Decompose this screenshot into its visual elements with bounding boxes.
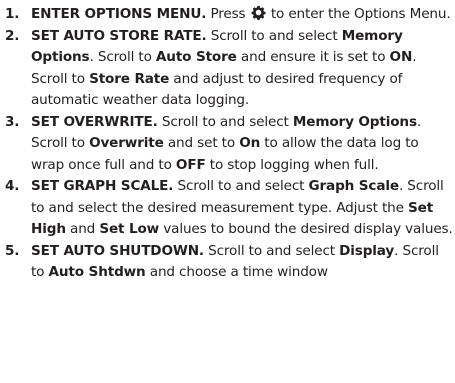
step-text: Scroll to and select — [206, 27, 342, 44]
step-text: . Scroll to — [89, 49, 156, 65]
step-heading: SET OVERWRITE. — [31, 113, 158, 130]
step-text: Scroll to and select — [173, 178, 309, 194]
step-text: and ensure it is set to — [236, 49, 390, 65]
step-4: 4. SET GRAPH SCALE. Scroll to and select… — [0, 176, 455, 241]
bold-term: Graph Scale — [308, 178, 400, 194]
step-text: to stop logging when full. — [205, 156, 379, 173]
step-number: 4. — [5, 178, 20, 194]
bold-term: On — [239, 135, 261, 151]
step-text: Scroll to and select — [203, 242, 340, 259]
step-text: Scroll to and select — [157, 113, 293, 130]
bold-term: Display — [339, 242, 395, 259]
instruction-list: 1. ENTER OPTIONS MENU. Press to enter th… — [0, 0, 455, 284]
step-number: 2. — [5, 27, 20, 44]
bold-term: Auto Store — [155, 49, 237, 65]
step-text: and set to — [163, 135, 240, 151]
gear-icon — [251, 5, 266, 20]
step-2: 2. SET AUTO STORE RATE. Scroll to and se… — [0, 26, 455, 112]
bold-term: Overwrite — [89, 135, 164, 151]
step-3: 3. SET OVERWRITE. Scroll to and select M… — [0, 112, 455, 177]
bold-term: OFF — [175, 156, 206, 173]
step-heading: SET GRAPH SCALE. — [31, 178, 174, 194]
step-text: to enter the Options Menu. — [266, 6, 451, 22]
bold-term: ON — [389, 49, 413, 65]
step-text: values to bound the desired display valu… — [159, 221, 453, 237]
step-number: 1. — [5, 6, 20, 22]
bold-term: Auto Shtdwn — [48, 264, 146, 280]
step-heading: SET AUTO SHUTDOWN. — [31, 242, 204, 259]
step-number: 3. — [5, 113, 20, 130]
bold-term: Store Rate — [89, 70, 170, 87]
bold-term: Set Low — [99, 221, 160, 237]
step-number: 5. — [5, 242, 20, 259]
bold-term: Memory Options — [292, 113, 417, 130]
step-5: 5. SET AUTO SHUTDOWN. Scroll to and sele… — [0, 241, 455, 284]
step-text: and choose a time window — [145, 264, 328, 280]
step-1: 1. ENTER OPTIONS MENU. Press to enter th… — [0, 4, 455, 26]
step-text: and — [65, 221, 100, 237]
step-heading: SET AUTO STORE RATE. — [31, 27, 207, 44]
step-heading: ENTER OPTIONS MENU. — [31, 6, 207, 22]
step-text: Press — [206, 6, 250, 22]
